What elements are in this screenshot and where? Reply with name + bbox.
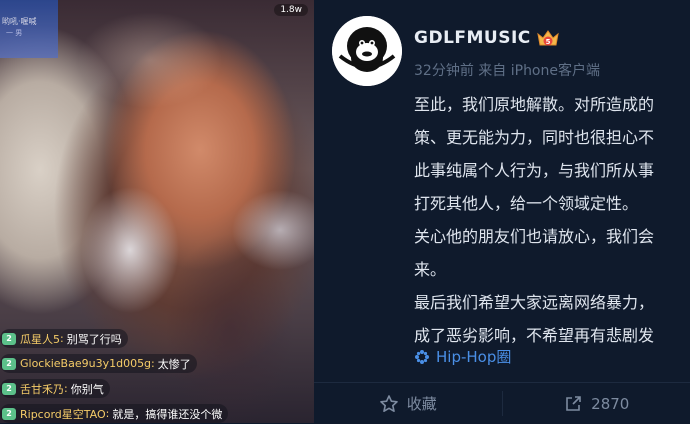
chat-message: 2 Ripcord星空TAO : 就是，搞得谁还没个微 <box>0 404 228 423</box>
post-line: 此事纯属个人行为，与我们所从事 <box>414 154 690 187</box>
level-badge: 2 <box>2 358 16 370</box>
viewer-count: 1.8w <box>274 4 308 16</box>
topic-label: Hip-Hop圈 <box>436 346 511 367</box>
level-badge: 2 <box>2 333 16 345</box>
live-stream-panel: 哟吼·喔喊 一 男 1.8w 2 瓜星人5 : 别骂了行吗 2 GlockieB… <box>0 0 314 423</box>
post-content: 至此，我们原地解散。对所造成的 策、更无能为力，同时也很担心不 此事纯属个人行为… <box>414 88 690 352</box>
chat-username[interactable]: Ripcord星空TAO <box>20 406 106 422</box>
chat-text: 太惨了 <box>158 356 191 372</box>
post-line: 最后我们希望大家远离网络暴力， <box>414 286 690 319</box>
action-bar: 收藏 2870 <box>314 382 690 424</box>
chat-text: 你别气 <box>71 381 104 397</box>
post-line: 来。 <box>414 253 690 286</box>
post-line: 策、更无能为力，同时也很担心不 <box>414 121 690 154</box>
post-line: 至此，我们原地解散。对所造成的 <box>414 88 690 121</box>
post-time: 32分钟前 <box>414 63 474 79</box>
vip-level: 5 <box>546 38 551 46</box>
post-source[interactable]: 来自 iPhone客户端 <box>478 63 600 79</box>
favorite-button[interactable]: 收藏 <box>314 383 502 424</box>
chat-username[interactable]: 瓜星人5 <box>20 331 60 347</box>
star-icon <box>379 394 399 414</box>
gorilla-logo-icon <box>332 16 402 86</box>
author-name[interactable]: GDLFMUSIC <box>414 28 531 48</box>
post-line: 关心他的朋友们也请放心，我们会 <box>414 220 690 253</box>
post-meta: 32分钟前 来自 iPhone客户端 <box>414 60 600 80</box>
streamer-badge-title: 哟吼·喔喊 <box>2 16 37 27</box>
chat-username[interactable]: 舌甘禾乃 <box>20 381 64 397</box>
repost-count: 2870 <box>591 395 629 413</box>
chat-username[interactable]: GlockieBae9u3y1d005g <box>20 357 151 370</box>
topic-icon <box>414 349 430 365</box>
vip-crown-icon[interactable]: 5 <box>536 28 560 48</box>
level-badge: 2 <box>2 383 16 395</box>
chat-message: 2 瓜星人5 : 别骂了行吗 <box>0 329 128 348</box>
streamer-badge[interactable]: 哟吼·喔喊 一 男 <box>0 0 58 58</box>
chat-text: 就是，搞得谁还没个微 <box>112 406 222 422</box>
share-icon <box>563 394 583 414</box>
chat-text: 别骂了行吗 <box>67 331 122 347</box>
avatar[interactable] <box>332 16 402 86</box>
post-line: 打死其他人，给一个领域定性。 <box>414 187 690 220</box>
chat-message: 2 舌甘禾乃 : 你别气 <box>0 379 110 398</box>
level-badge: 2 <box>2 408 16 420</box>
weibo-post: GDLFMUSIC 5 32分钟前 来自 iPhone客户端 至此，我们原地解散… <box>314 0 690 423</box>
streamer-badge-sub: 一 男 <box>6 28 22 38</box>
chat-message: 2 GlockieBae9u3y1d005g : 太惨了 <box>0 354 197 373</box>
favorite-label: 收藏 <box>407 393 437 414</box>
topic-link[interactable]: Hip-Hop圈 <box>414 346 511 367</box>
repost-button[interactable]: 2870 <box>503 383 690 424</box>
